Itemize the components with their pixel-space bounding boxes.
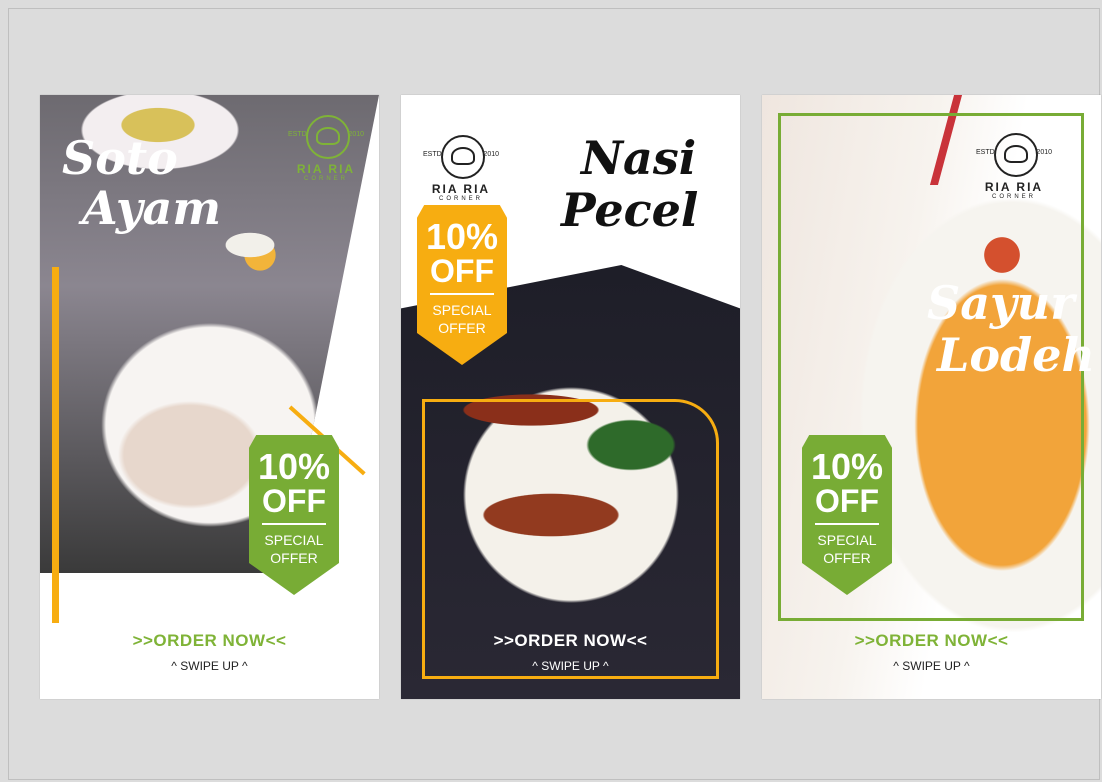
discount-badge: 10% OFF SPECIAL OFFER bbox=[249, 435, 339, 595]
call-to-action[interactable]: >>ORDER NOW<< ^ SWIPE UP ^ bbox=[401, 631, 740, 673]
call-to-action[interactable]: >>ORDER NOW<< ^ SWIPE UP ^ bbox=[762, 631, 1101, 673]
brand-logo: ESTD 2010 RIA RIA CORNER bbox=[964, 133, 1064, 200]
brand-logo: ESTD 2010 RIA RIA CORNER bbox=[276, 115, 376, 182]
bowl-logo-icon bbox=[306, 115, 350, 159]
story-card-sayur-lodeh[interactable]: Sayur Lodeh ESTD 2010 RIA RIA CORNER 10%… bbox=[762, 95, 1101, 699]
discount-badge: 10% OFF SPECIAL OFFER bbox=[417, 205, 507, 365]
dish-title: Soto Ayam bbox=[62, 131, 222, 235]
swipe-up-hint: ^ SWIPE UP ^ bbox=[171, 659, 248, 673]
order-now-link[interactable]: >>ORDER NOW<< bbox=[401, 631, 740, 651]
bowl-logo-icon bbox=[994, 133, 1038, 177]
dish-title: Nasi Pecel bbox=[561, 131, 699, 237]
accent-bar bbox=[52, 267, 59, 623]
dish-title: Sayur Lodeh bbox=[927, 276, 1095, 382]
call-to-action[interactable]: >>ORDER NOW<< ^ SWIPE UP ^ bbox=[40, 631, 379, 673]
order-now-link[interactable]: >>ORDER NOW<< bbox=[762, 631, 1101, 651]
order-now-link[interactable]: >>ORDER NOW<< bbox=[40, 631, 379, 651]
brand-logo: ESTD 2010 RIA RIA CORNER bbox=[411, 135, 511, 202]
swipe-up-hint: ^ SWIPE UP ^ bbox=[893, 659, 970, 673]
discount-badge: 10% OFF SPECIAL OFFER bbox=[802, 435, 892, 595]
story-card-nasi-pecel[interactable]: Nasi Pecel ESTD 2010 RIA RIA CORNER 10% … bbox=[401, 95, 740, 699]
design-canvas: Soto Ayam ESTD 2010 RIA RIA CORNER 10% O… bbox=[8, 8, 1101, 780]
story-card-soto-ayam[interactable]: Soto Ayam ESTD 2010 RIA RIA CORNER 10% O… bbox=[40, 95, 379, 699]
bowl-logo-icon bbox=[441, 135, 485, 179]
swipe-up-hint: ^ SWIPE UP ^ bbox=[532, 659, 609, 673]
